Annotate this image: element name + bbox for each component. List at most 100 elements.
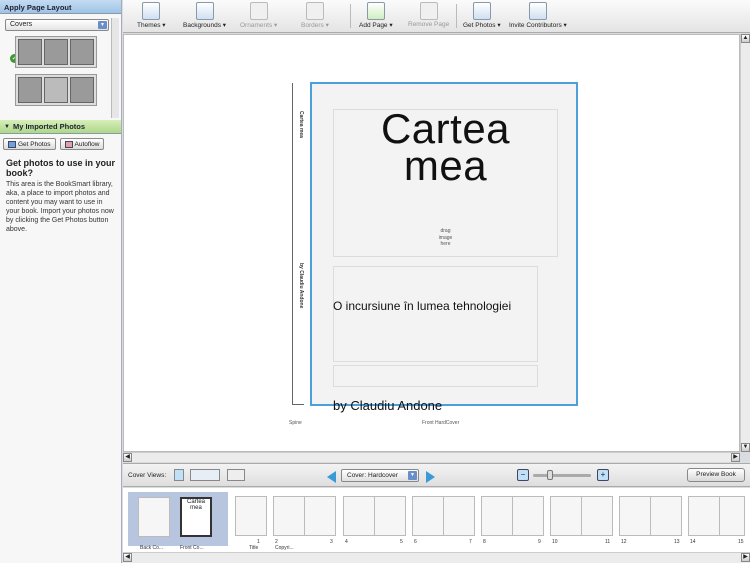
scroll-left-icon[interactable]: ◀: [123, 553, 132, 562]
chevron-down-icon: ▼: [98, 21, 107, 29]
layout-category-select[interactable]: Covers ▼: [5, 19, 109, 31]
apply-page-layout-header: Apply Page Layout: [0, 0, 121, 14]
scroll-right-icon[interactable]: ▶: [741, 553, 750, 562]
page-number: 14: [690, 539, 696, 545]
invite-contributors-button[interactable]: Invite Contributors ▾: [509, 2, 567, 29]
page-spread-12-13[interactable]: 12 13: [619, 492, 685, 546]
page-number: 5: [400, 539, 403, 545]
themes-button[interactable]: Themes ▾: [137, 2, 166, 29]
page-number: 8: [483, 539, 486, 545]
cover-type-select[interactable]: Cover: Hardcover ▼: [341, 469, 419, 482]
title-image-box[interactable]: Cartea mea drag image here: [333, 108, 558, 257]
page-name: Title: [249, 545, 259, 551]
layout-option-selected[interactable]: [15, 36, 97, 68]
page-thumb: [443, 496, 475, 536]
author-box[interactable]: [333, 365, 538, 387]
page-number: 6: [414, 539, 417, 545]
page-number: 13: [674, 539, 680, 545]
remove-page-icon: [419, 2, 438, 20]
previous-page-icon[interactable]: [327, 471, 336, 483]
scroll-left-icon[interactable]: ◀: [123, 453, 132, 462]
zoom-slider-knob[interactable]: [547, 470, 553, 480]
scroll-down-icon[interactable]: ▼: [741, 443, 750, 452]
get-photos-button[interactable]: Get Photos: [3, 138, 56, 150]
my-imported-photos-header[interactable]: ▼ My Imported Photos: [0, 120, 121, 134]
next-page-icon[interactable]: [426, 471, 435, 483]
add-page-icon: [366, 2, 385, 20]
page-spread-8-9[interactable]: 8 9: [481, 492, 547, 546]
ornaments-button[interactable]: Ornaments ▾: [240, 2, 277, 29]
invite-icon: [528, 2, 547, 20]
page-thumb: [719, 496, 745, 536]
page-thumb: [512, 496, 544, 536]
page-thumb: [343, 496, 375, 536]
backgrounds-button[interactable]: Backgrounds ▾: [183, 2, 226, 29]
cover-author[interactable]: by Claudiu Andone: [333, 398, 442, 413]
layout-scrollbar[interactable]: [111, 18, 119, 118]
navigation-bar: Cover Views: Cover: Hardcover ▼ − + Prev…: [123, 463, 750, 487]
zoom-slider[interactable]: [533, 470, 591, 480]
spine-author: by Claudiu Andone: [298, 263, 304, 309]
get-photos-label: Get Photos: [18, 140, 51, 148]
page-thumbnail-1[interactable]: 1 Title: [231, 492, 271, 551]
page-spread-10-11[interactable]: 10 11: [550, 492, 616, 546]
layout-option[interactable]: [15, 74, 97, 106]
canvas-vertical-scrollbar[interactable]: ▲ ▼: [740, 34, 750, 452]
zoom-out-icon[interactable]: −: [517, 469, 529, 481]
page-thumb: [650, 496, 682, 536]
toolbar-divider: [350, 4, 351, 28]
ornaments-label: Ornaments ▾: [240, 22, 278, 29]
single-view-icon[interactable]: [174, 469, 184, 481]
borders-label: Borders ▾: [301, 22, 329, 29]
page-name: Copyri...: [275, 545, 294, 551]
cover-title-line2: mea: [403, 142, 488, 189]
cover-type-value: Cover: Hardcover: [347, 472, 398, 479]
preview-book-button[interactable]: Preview Book: [687, 468, 745, 482]
front-cover-thumb-title: Cartea mea: [186, 499, 205, 511]
toolbar: Themes ▾ Backgrounds ▾ Ornaments ▾ Borde…: [123, 0, 750, 33]
page-number: 7: [469, 539, 472, 545]
collapse-triangle-icon: ▼: [4, 123, 10, 130]
help-title: Get photos to use in your book?: [6, 158, 116, 178]
page-thumb: [304, 496, 336, 536]
drag-hint-line3: here: [440, 241, 451, 247]
add-page-button[interactable]: Add Page ▾: [359, 2, 393, 29]
autoflow-button[interactable]: Autoflow: [59, 138, 105, 150]
toolbar-get-photos-label: Get Photos ▾: [463, 22, 501, 29]
cover-subtitle[interactable]: O incursiune în lumea tehnologiei: [333, 299, 511, 313]
chevron-down-icon: ▼: [408, 471, 417, 480]
flat-view-icon[interactable]: [227, 469, 245, 481]
page-spread-4-5[interactable]: 4 5: [343, 492, 409, 546]
scroll-right-icon[interactable]: ▶: [731, 453, 740, 462]
page-spread-2-3[interactable]: 2 Copyri... 3: [273, 492, 339, 551]
page-spread-6-7[interactable]: 6 7: [412, 492, 478, 546]
page-number: 3: [330, 539, 333, 545]
zoom-in-icon[interactable]: +: [597, 469, 609, 481]
cover-title[interactable]: Cartea mea: [334, 108, 557, 189]
canvas-horizontal-scrollbar[interactable]: ◀ ▶: [123, 452, 740, 462]
cover-views-label: Cover Views:: [128, 472, 167, 479]
cover-spread-thumbnail[interactable]: Cartea mea Back Co... Front Co...: [128, 492, 228, 551]
subtitle-box[interactable]: [333, 266, 538, 362]
thumbnail-scrollbar[interactable]: ◀ ▶: [123, 552, 750, 563]
front-cover-page[interactable]: Cartea mea drag image here O incursiune …: [310, 82, 578, 413]
layout-list: ✓: [5, 34, 111, 114]
spread-view-icon[interactable]: [190, 469, 220, 481]
page-thumb: [481, 496, 513, 536]
scroll-up-icon[interactable]: ▲: [741, 34, 750, 43]
front-cover-thumb: Cartea mea: [180, 497, 212, 537]
borders-button[interactable]: Borders ▾: [301, 2, 329, 29]
remove-page-button[interactable]: Remove Page: [408, 2, 449, 28]
themes-icon: [142, 2, 161, 20]
remove-page-label: Remove Page: [408, 21, 450, 28]
front-cover-label: Front Co...: [180, 545, 204, 551]
drag-image-hint: drag image here: [334, 228, 557, 248]
page-number: 12: [621, 539, 627, 545]
page-spread-14-15[interactable]: 14 15: [688, 492, 750, 546]
page-thumb: [235, 496, 267, 536]
toolbar-get-photos-button[interactable]: Get Photos ▾: [463, 2, 501, 29]
page-number: 10: [552, 539, 558, 545]
autoflow-icon: [64, 140, 73, 148]
front-cover-caption: Front HardCover: [422, 420, 460, 426]
editor-canvas: Cartea mea by Claudiu Andone Cartea mea …: [123, 34, 740, 452]
